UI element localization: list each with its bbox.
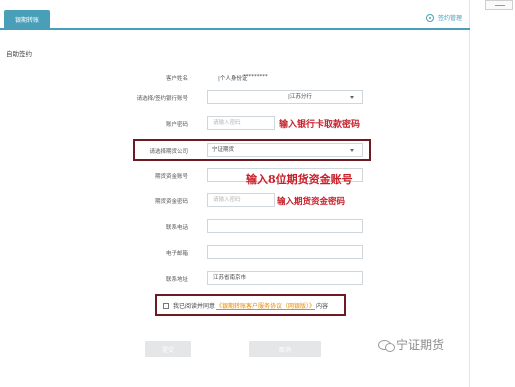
agreement-row: 我已阅读并同意 《银期转账客户服务协议（网银版）》 内容	[163, 301, 328, 310]
email-input[interactable]	[207, 245, 363, 259]
watermark: 宁证期货	[378, 336, 444, 353]
bank-account-row: 请选择/签约银行账号 |江苏分行	[0, 90, 470, 106]
account-password-row: 账户密码 请输入密码 输入银行卡取款密码	[0, 116, 470, 132]
account-password-annotation: 输入银行卡取款密码	[279, 120, 361, 130]
customer-name-label: 客户姓名	[165, 76, 188, 82]
funds-account-label: 期货资金账号	[154, 174, 188, 180]
wechat-icon	[378, 339, 395, 352]
watermark-text: 宁证期货	[396, 338, 445, 352]
futures-company-value: 宁证期货	[212, 147, 235, 153]
bank-account-select[interactable]: |江苏分行	[207, 90, 363, 104]
funds-password-row: 期货资金密码 请输入密码 输入期货资金密码	[0, 193, 470, 209]
submit-button[interactable]: 提交	[145, 341, 191, 357]
address-row: 联系地址 江苏省南京市	[0, 271, 470, 287]
tab-bank-futures-transfer[interactable]: 银期转账	[4, 10, 50, 28]
bank-branch-value: |江苏分行	[288, 94, 312, 100]
phone-input[interactable]	[207, 219, 363, 233]
email-label: 电子邮箱	[165, 251, 188, 257]
minus-icon	[495, 5, 505, 6]
header-bar: 银期转账 签约管理	[0, 10, 470, 30]
cancel-button[interactable]: 取消	[249, 341, 321, 357]
funds-account-row: 期货资金账号 输入8位期货资金账号	[0, 168, 470, 186]
account-password-label: 账户密码	[165, 122, 188, 128]
minimize-button[interactable]	[485, 0, 513, 10]
funds-password-label: 期货资金密码	[154, 199, 188, 205]
agreement-link[interactable]: 《银期转账客户服务协议（网银版）》	[216, 301, 315, 310]
funds-account-annotation: 输入8位期货资金账号	[246, 173, 353, 186]
section-title: 自助签约	[6, 50, 32, 58]
agreement-suffix: 内容	[316, 303, 329, 310]
futures-company-row: 请选择期货公司 宁证期货	[0, 143, 470, 159]
signing-management-link[interactable]: 签约管理	[425, 13, 462, 22]
funds-password-annotation: 输入期货资金密码	[277, 197, 346, 207]
gear-icon	[425, 13, 434, 22]
phone-label: 联系电话	[165, 225, 188, 231]
chevron-down-icon	[350, 149, 354, 152]
address-input[interactable]: 江苏省南京市	[207, 271, 363, 285]
agreement-checkbox[interactable]	[163, 302, 169, 309]
email-row: 电子邮箱	[0, 245, 470, 261]
address-label: 联系地址	[165, 277, 188, 283]
futures-company-select[interactable]: 宁证期货	[207, 143, 363, 157]
signing-management-label: 签约管理	[437, 15, 462, 22]
agreement-prefix: 我已阅读并同意	[173, 303, 216, 310]
customer-name-row: 客户姓名 |个人身份证 *********	[0, 70, 470, 86]
account-password-input[interactable]: 请输入密码	[207, 116, 275, 130]
phone-row: 联系电话	[0, 219, 470, 235]
futures-company-label: 请选择期货公司	[149, 149, 188, 155]
chevron-down-icon	[350, 96, 354, 99]
id-number-masked: *********	[243, 74, 268, 80]
funds-password-input[interactable]: 请输入密码	[207, 193, 275, 207]
bank-account-label: 请选择/签约银行账号	[136, 96, 188, 102]
